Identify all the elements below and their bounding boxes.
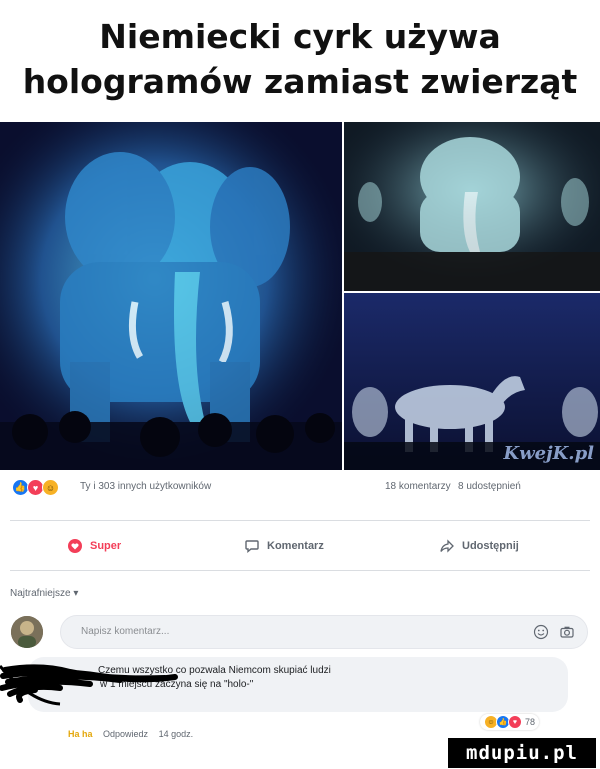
headline-line-1: Niemiecki cyrk używa — [99, 17, 501, 56]
comment-button-label: Komentarz — [267, 540, 324, 552]
reaction-icons[interactable]: 👍 ♥ ☺ — [12, 479, 59, 496]
comments-count[interactable]: 18 komentarzy — [385, 481, 451, 492]
headline: Niemiecki cyrk używa hologramów zamiast … — [0, 0, 600, 122]
haha-reaction-icon: ☺ — [42, 479, 59, 496]
comment-actions: Ha ha Odpowiedz 14 godz. — [68, 729, 201, 739]
shares-count[interactable]: 8 udostępnień — [458, 481, 521, 492]
comment-reactions[interactable]: ☺ 👍 ♥ 78 — [480, 714, 540, 730]
camera-icon[interactable] — [559, 624, 575, 640]
super-button-label: Super — [90, 540, 122, 552]
love-reaction-icon: ♥ — [508, 715, 522, 729]
comment-icon — [245, 540, 259, 553]
comment-reaction-count: 78 — [525, 717, 536, 727]
post-stats: 👍 ♥ ☺ Ty i 303 innych użytkowników 18 ko… — [0, 472, 600, 502]
post-photo[interactable]: KwejK.pl — [0, 122, 600, 470]
hologram-photos — [0, 122, 600, 470]
comment-button[interactable]: Komentarz — [245, 539, 324, 553]
user-avatar-icon — [11, 616, 43, 648]
headline-line-2: hologramów zamiast zwierząt — [22, 62, 578, 101]
reply-button[interactable]: Odpowiedz — [103, 729, 148, 739]
comment-input-placeholder: Napisz komentarz... — [81, 626, 170, 637]
divider — [10, 570, 590, 571]
site-watermark: mdupiu.pl — [448, 738, 596, 768]
photo-watermark: KwejK.pl — [503, 443, 594, 464]
comment-input[interactable]: Napisz komentarz... — [60, 615, 588, 649]
post-actions: Super Komentarz Udostępnij — [0, 535, 600, 559]
avatar[interactable] — [11, 616, 43, 648]
comment-time: 14 godz. — [158, 729, 194, 739]
love-icon — [68, 539, 82, 553]
divider — [10, 520, 590, 521]
emoji-icon[interactable] — [533, 624, 549, 640]
share-icon — [440, 539, 454, 553]
redaction-scribble — [0, 664, 178, 706]
super-button[interactable]: Super — [68, 539, 121, 553]
reactions-summary[interactable]: Ty i 303 innych użytkowników — [80, 481, 211, 492]
share-button[interactable]: Udostępnij — [440, 539, 519, 553]
comment-sort-dropdown[interactable]: Najtrafniejsze ▾ — [10, 588, 78, 599]
share-button-label: Udostępnij — [462, 540, 519, 552]
haha-button[interactable]: Ha ha — [68, 729, 93, 739]
